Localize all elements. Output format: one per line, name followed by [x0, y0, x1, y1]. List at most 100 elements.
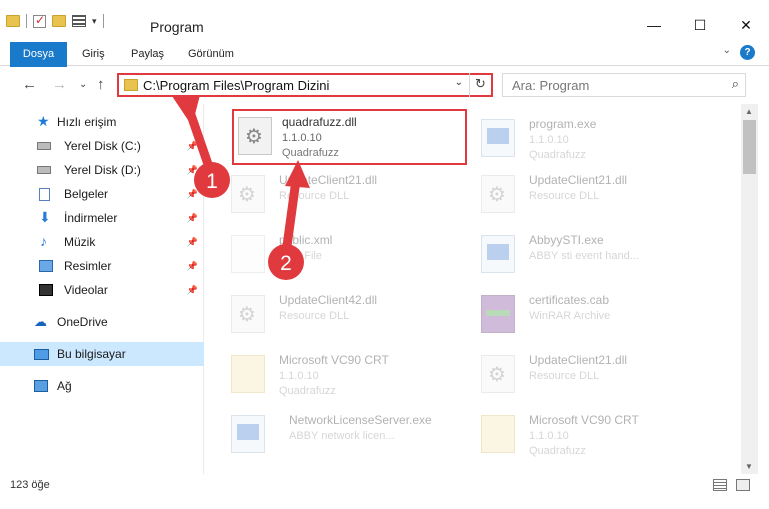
sidebar-item-downloads[interactable]: ⬇ İndirmeler 📌	[0, 206, 204, 230]
details-view-icon[interactable]	[713, 479, 727, 491]
file-item[interactable]: public.xml XML File	[205, 227, 440, 283]
sidebar-item-quick-access[interactable]: ★ Hızlı erişim	[0, 110, 204, 134]
pin-icon[interactable]: 📌	[187, 189, 198, 200]
address-path[interactable]: C:\Program Files\Program Dizini	[143, 78, 329, 93]
file-type: XML File	[279, 250, 322, 262]
tab-share[interactable]: Paylaş	[131, 43, 164, 65]
file-name: NetworkLicenseServer.exe	[289, 413, 432, 427]
drive-icon	[37, 166, 51, 174]
file-version: 1.1.0.10	[529, 430, 569, 442]
file-item[interactable]: UpdateClient21.dll Resource DLL	[455, 167, 690, 223]
file-item[interactable]: UpdateClient42.dll Resource DLL	[205, 287, 440, 343]
tab-view[interactable]: Görünüm	[188, 43, 234, 65]
file-list: quadrafuzz.dll 1.1.0.10 Quadrafuzz progr…	[205, 104, 741, 474]
pin-icon[interactable]: 📌	[187, 213, 198, 224]
file-item[interactable]: UpdateClient21.dll Resource DLL	[205, 167, 440, 223]
forward-arrow-icon[interactable]: →	[52, 76, 67, 93]
pin-icon[interactable]: 📌	[187, 141, 198, 152]
large-icons-view-icon[interactable]	[736, 479, 750, 491]
item-count: 123 öğe	[10, 479, 50, 491]
sidebar-item-music[interactable]: ♪ Müzik 📌	[0, 230, 204, 254]
file-type: ABBY sti event hand...	[529, 250, 639, 262]
file-item[interactable]: program.exe 1.1.0.10 Quadrafuzz	[455, 111, 690, 167]
sidebar-item-pictures[interactable]: Resimler 📌	[0, 254, 204, 278]
customize-toolbar-icon[interactable]: ▾	[92, 16, 97, 27]
scroll-down-icon[interactable]: ▼	[745, 462, 753, 471]
file-name: Microsoft VC90 CRT	[529, 413, 639, 427]
file-version: 1.1.0.10	[282, 132, 322, 144]
minimize-button[interactable]: —	[631, 10, 677, 40]
archive-icon	[481, 295, 515, 333]
sidebar-item-label: Yerel Disk (C:)	[64, 139, 141, 153]
sidebar-item-this-pc[interactable]: Bu bilgisayar	[0, 342, 204, 366]
pin-icon[interactable]: 📌	[187, 261, 198, 272]
pictures-icon	[39, 260, 53, 272]
file-description: Quadrafuzz	[529, 445, 586, 457]
address-bar[interactable]: C:\Program Files\Program Dizini ⌄ ↻	[117, 73, 493, 97]
file-item[interactable]: Microsoft VC90 CRT 1.1.0.10 Quadrafuzz	[205, 347, 440, 403]
dll-icon	[481, 175, 515, 213]
network-icon	[34, 380, 48, 392]
file-item[interactable]: UpdateClient21.dll Resource DLL	[455, 347, 690, 403]
scrollbar-thumb[interactable]	[743, 120, 756, 174]
pin-icon[interactable]: 📌	[187, 237, 198, 248]
search-input[interactable]: Ara: Program ⌕	[502, 73, 746, 97]
status-bar: 123 öğe	[0, 474, 769, 498]
file-icon	[231, 235, 265, 273]
file-type: Resource DLL	[529, 190, 600, 202]
file-type: Resource DLL	[529, 370, 600, 382]
expand-ribbon-icon[interactable]: ⌄	[723, 45, 731, 56]
vertical-scrollbar[interactable]: ▲ ▼	[741, 104, 758, 474]
sidebar-item-local-disk-c[interactable]: Yerel Disk (C:) 📌	[0, 134, 204, 158]
tab-home[interactable]: Giriş	[82, 43, 105, 65]
documents-icon	[39, 187, 50, 201]
sidebar-item-label: Videolar	[64, 283, 108, 297]
file-name: AbbyySTI.exe	[529, 233, 604, 247]
file-name: UpdateClient21.dll	[529, 173, 628, 187]
refresh-icon[interactable]: ↻	[469, 73, 491, 97]
maximize-button[interactable]: ☐	[677, 10, 723, 40]
drive-icon	[37, 142, 51, 150]
sidebar-item-label: Hızlı erişim	[57, 115, 117, 129]
sidebar-item-label: Ağ	[57, 379, 72, 393]
search-icon[interactable]: ⌕	[732, 76, 739, 92]
sidebar-item-network[interactable]: Ağ	[0, 374, 204, 398]
up-arrow-icon[interactable]: ↑	[97, 76, 105, 93]
tab-file[interactable]: Dosya	[10, 42, 67, 67]
file-description: Quadrafuzz	[279, 385, 336, 397]
back-arrow-icon[interactable]: ←	[22, 76, 37, 93]
folder-icon	[6, 15, 20, 27]
manifest-icon	[231, 355, 265, 393]
sidebar-item-documents[interactable]: Belgeler 📌	[0, 182, 204, 206]
sidebar-item-label: İndirmeler	[64, 211, 118, 225]
scroll-up-icon[interactable]: ▲	[745, 107, 753, 116]
sidebar-item-label: Resimler	[64, 259, 112, 273]
file-name: public.xml	[279, 233, 333, 247]
help-icon[interactable]: ?	[740, 45, 755, 60]
sidebar-item-label: Bu bilgisayar	[57, 347, 126, 361]
file-item[interactable]: Microsoft VC90 CRT 1.1.0.10 Quadrafuzz	[455, 407, 690, 463]
downloads-icon: ⬇	[39, 209, 51, 225]
file-name: certificates.cab	[529, 293, 610, 307]
folder-icon	[124, 79, 138, 91]
exe-icon	[231, 415, 265, 453]
file-item[interactable]: NetworkLicenseServer.exe ABBY network li…	[205, 407, 440, 463]
file-version: 1.1.0.10	[279, 370, 319, 382]
file-name: Microsoft VC90 CRT	[279, 353, 389, 367]
sidebar-item-local-disk-d[interactable]: Yerel Disk (D:) 📌	[0, 158, 204, 182]
file-description: Quadrafuzz	[529, 149, 586, 161]
file-item[interactable]: certificates.cab WinRAR Archive	[455, 287, 690, 343]
address-dropdown-icon[interactable]: ⌄	[455, 77, 463, 88]
new-folder-icon[interactable]	[52, 15, 66, 27]
properties-icon[interactable]	[72, 15, 86, 27]
pin-icon[interactable]: 📌	[187, 285, 198, 296]
file-item-quadrafuzz-dll[interactable]: quadrafuzz.dll 1.1.0.10 Quadrafuzz	[232, 109, 467, 165]
sidebar-item-label: Müzik	[64, 235, 96, 249]
properties-check-icon[interactable]	[33, 13, 46, 28]
close-button[interactable]: ✕	[723, 10, 769, 40]
pin-icon[interactable]: 📌	[187, 165, 198, 176]
file-item[interactable]: AbbyySTI.exe ABBY sti event hand...	[455, 227, 690, 283]
recent-locations-icon[interactable]: ⌄	[79, 79, 87, 90]
sidebar-item-onedrive[interactable]: ☁ OneDrive	[0, 310, 204, 334]
sidebar-item-videos[interactable]: Videolar 📌	[0, 278, 204, 302]
